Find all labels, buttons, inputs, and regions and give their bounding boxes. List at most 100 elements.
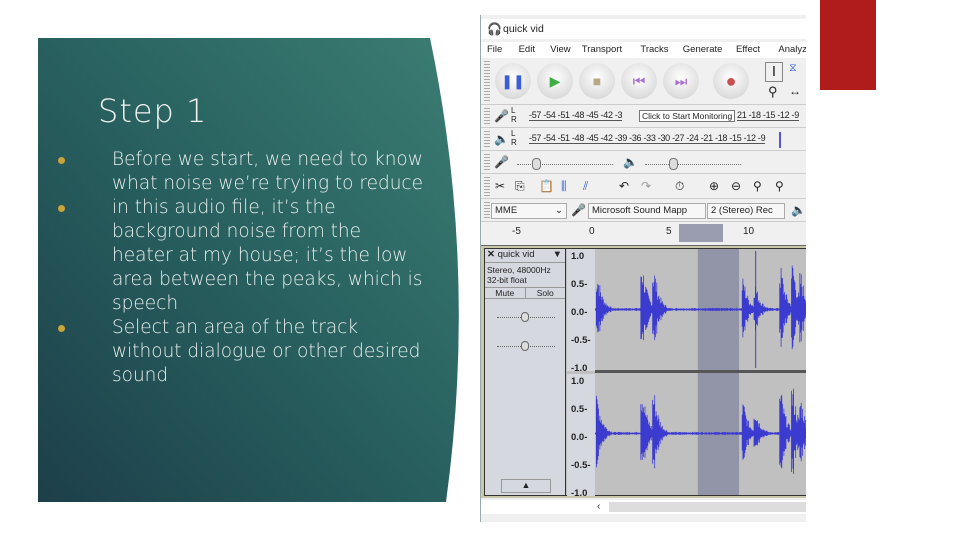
horizontal-scrollbar[interactable]: ‹ [481, 500, 806, 514]
recording-channels-select[interactable]: 2 (Stereo) Rec [707, 203, 785, 219]
playback-meter[interactable]: 🔈 LR -57 -54 -51 -48 -45 -42 -39 -36 -33… [481, 129, 806, 151]
speaker-icon: 🔈 [623, 155, 638, 169]
redo-icon[interactable]: ↷ [641, 179, 651, 193]
meter-scale-end: 21 -18 -15 -12 -9 [737, 110, 799, 121]
timeline-label: 5 [666, 226, 672, 237]
stop-button[interactable]: ■ [579, 63, 615, 99]
solo-button[interactable]: Solo [526, 288, 566, 298]
bullet-list: Before we start, we need to know what no… [56, 148, 426, 388]
sync-lock-icon[interactable]: ⏱ [675, 179, 684, 194]
undo-icon[interactable]: ↶ [619, 179, 629, 193]
envelope-tool-icon[interactable]: ⧖ [789, 62, 797, 75]
timeline-selection[interactable] [679, 224, 723, 242]
mixer-toolbar: 🎤 🔈 [481, 152, 806, 174]
transport-toolbar: ❚❚ ▶ ■ ⏮ ⏭ ● I ⧖ ⚲ ↔ [481, 59, 806, 105]
pause-button[interactable]: ❚❚ [495, 63, 531, 99]
window-title: quick vid [503, 23, 544, 35]
zoom-tool-icon[interactable]: ⚲ [768, 84, 778, 100]
waveform[interactable] [595, 249, 806, 495]
bullet-dot-icon [58, 205, 65, 212]
playback-volume-slider[interactable] [645, 164, 741, 165]
channel-divider [595, 370, 806, 373]
amplitude-label: 0.0- [571, 432, 588, 443]
menu-transport[interactable]: Transport [582, 44, 622, 55]
recording-device-select[interactable]: Microsoft Sound Mapp [588, 203, 706, 219]
trim-icon[interactable]: ⫼ [561, 179, 567, 194]
track-area: ✕ quick vid ▼ Stereo, 48000Hz 32-bit float… [481, 246, 806, 499]
dropdown-arrow-icon[interactable]: ▼ [553, 249, 562, 260]
playback-level-marker [779, 132, 781, 148]
play-button[interactable]: ▶ [537, 63, 573, 99]
monitor-tooltip: Click to Start Monitoring [639, 110, 736, 122]
scrollbar-thumb[interactable] [609, 502, 806, 512]
toolbar-grip[interactable] [484, 61, 490, 102]
copy-icon[interactable]: ⎘ [515, 179, 525, 194]
recording-meter[interactable]: 🎤 LR -57 -54 -51 -48 -45 -42 -3 Click to… [481, 106, 806, 128]
amplitude-label: 0.5- [571, 404, 588, 415]
zoom-in-icon[interactable]: ⊕ [709, 179, 719, 193]
menu-analyze[interactable]: Analyze [778, 44, 806, 55]
timeline-label: 0 [589, 226, 595, 237]
record-button[interactable]: ● [713, 63, 749, 99]
bullet-item: in this audio file, it’s the background … [56, 196, 426, 316]
vertical-ruler-right: 1.0 0.5- 0.0- -0.5- -1.0 [567, 374, 595, 499]
menu-tracks[interactable]: Tracks [640, 44, 668, 55]
microphone-icon: 🎤 [571, 203, 586, 217]
headphones-icon: 🎧 [487, 22, 502, 36]
audio-host-select[interactable]: MME ⌄ [491, 203, 567, 219]
collapse-button[interactable]: ▲ [501, 479, 551, 493]
amplitude-label: -0.5- [571, 460, 591, 471]
menu-effect[interactable]: Effect [736, 44, 760, 55]
edit-toolbar: ✂ ⎘ 📋 ⫼ ⫽ ↶ ↷ ⏱ ⊕ ⊖ ⚲ ⚲ [481, 175, 806, 199]
title-bar: 🎧 quick vid [481, 19, 806, 39]
amplitude-label: 0.5- [571, 279, 588, 290]
cut-icon[interactable]: ✂ [495, 179, 505, 193]
timeshift-tool-icon[interactable]: ↔ [789, 84, 801, 98]
timeline-label: 10 [743, 226, 755, 237]
meter-channels: LR [511, 129, 517, 147]
zoom-out-icon[interactable]: ⊖ [731, 179, 741, 193]
timeline-ruler[interactable]: -5 0 5 10 [481, 224, 806, 246]
accent-box [820, 0, 876, 90]
bullet-dot-icon [58, 325, 65, 332]
slider-thumb[interactable] [521, 312, 529, 322]
microphone-icon: 🎤 [494, 155, 509, 169]
bullet-item: Select an area of the track without dial… [56, 316, 426, 388]
bullet-item: Before we start, we need to know what no… [56, 148, 426, 196]
audacity-window: 🎧 quick vid File Edit View Transport Tracks G… [480, 15, 806, 522]
track-info: Stereo, 48000Hz 32-bit float [487, 265, 551, 285]
amplitude-label: 0.0- [571, 307, 588, 318]
track-control-panel: ✕ quick vid ▼ Stereo, 48000Hz 32-bit float… [485, 249, 566, 495]
bullet-text: Select an area of the track without dial… [112, 317, 421, 386]
selection-tool-icon[interactable]: I [765, 62, 783, 82]
bullet-text: Before we start, we need to know what no… [112, 149, 423, 194]
menu-bar: File Edit View Transport Tracks Generate Effec… [481, 42, 806, 58]
timeline-label: -5 [512, 226, 521, 237]
menu-view[interactable]: View [550, 44, 570, 55]
menu-file[interactable]: File [487, 44, 502, 55]
slide-title: Step 1 [98, 92, 208, 130]
amplitude-label: -0.5- [571, 335, 591, 346]
slider-thumb[interactable] [669, 158, 678, 170]
vertical-ruler-left: 1.0 0.5- 0.0- -0.5- -1.0 [567, 249, 595, 374]
amplitude-label: -1.0 [571, 488, 588, 499]
menu-generate[interactable]: Generate [683, 44, 723, 55]
fit-project-icon[interactable]: ⚲ [775, 179, 784, 193]
slider-thumb[interactable] [521, 341, 529, 351]
paste-icon[interactable]: 📋 [539, 179, 554, 193]
fit-selection-icon[interactable]: ⚲ [753, 179, 762, 193]
mute-button[interactable]: Mute [485, 288, 526, 298]
skip-end-button[interactable]: ⏭ [663, 63, 699, 99]
microphone-icon: 🎤 [494, 109, 509, 123]
track-menu[interactable]: ✕ quick vid ▼ [485, 249, 565, 263]
speaker-icon: 🔈 [494, 132, 509, 146]
close-track-icon[interactable]: ✕ [487, 249, 495, 260]
scroll-left-icon[interactable]: ‹ [597, 501, 600, 512]
slider-thumb[interactable] [532, 158, 541, 170]
meter-scale: -57 -54 -51 -48 -45 -42 -39 -36 -33 -30 … [529, 133, 766, 144]
bullet-dot-icon [58, 157, 65, 164]
audio-track[interactable]: ✕ quick vid ▼ Stereo, 48000Hz 32-bit float… [484, 248, 806, 499]
skip-start-button[interactable]: ⏮ [621, 63, 657, 99]
silence-icon[interactable]: ⫽ [583, 179, 588, 194]
menu-edit[interactable]: Edit [519, 44, 535, 55]
